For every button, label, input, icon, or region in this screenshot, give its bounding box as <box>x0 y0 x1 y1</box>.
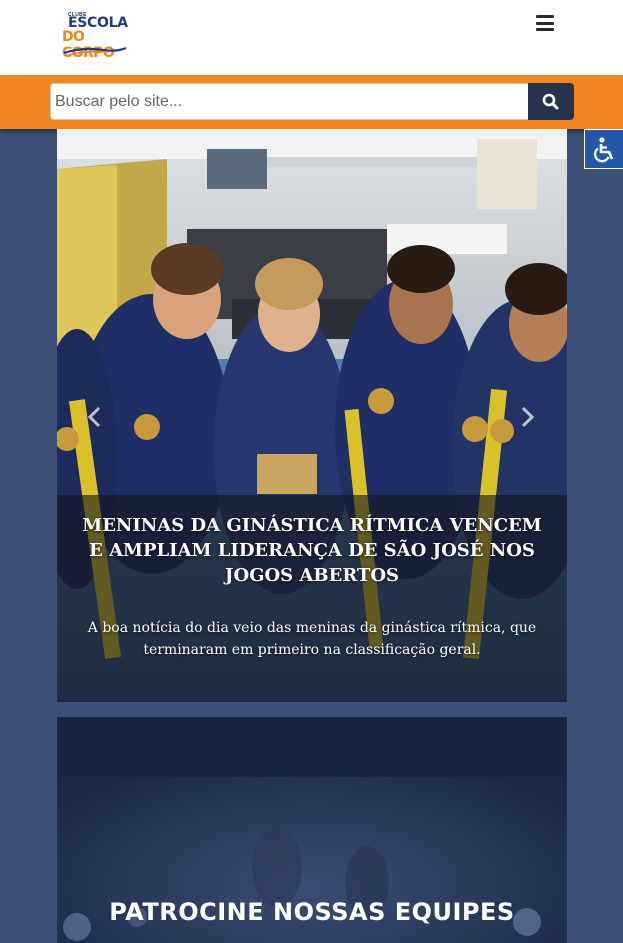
chevron-right-icon[interactable] <box>517 405 537 429</box>
accessibility-button[interactable] <box>584 129 623 169</box>
site-header: CLUBE ESCOLA DO CORPO <box>0 0 623 75</box>
logo-line2: DO CORPO <box>62 29 115 61</box>
slide-title[interactable]: MENINAS DA GINÁSTICA RÍTMICA VENCEM E AM… <box>77 513 547 588</box>
news-carousel: MENINAS DA GINÁSTICA RÍTMICA VENCEM E AM… <box>57 129 567 702</box>
search-bar <box>0 75 623 129</box>
chevron-left-icon[interactable] <box>85 405 105 429</box>
hamburger-menu-icon[interactable] <box>536 15 554 31</box>
sponsor-title: PATROCINE NOSSAS EQUIPES <box>109 898 515 926</box>
search-button[interactable] <box>528 83 574 120</box>
logo-swoosh-icon <box>63 46 127 56</box>
site-logo[interactable]: CLUBE ESCOLA DO CORPO <box>60 12 132 61</box>
slide-description: A boa notícia do dia veio das meninas da… <box>87 620 537 658</box>
search-input[interactable] <box>50 83 528 120</box>
search-icon <box>542 93 559 110</box>
wheelchair-accessibility-icon <box>593 137 614 163</box>
sponsor-banner[interactable]: PATROCINE NOSSAS EQUIPES <box>57 717 567 943</box>
